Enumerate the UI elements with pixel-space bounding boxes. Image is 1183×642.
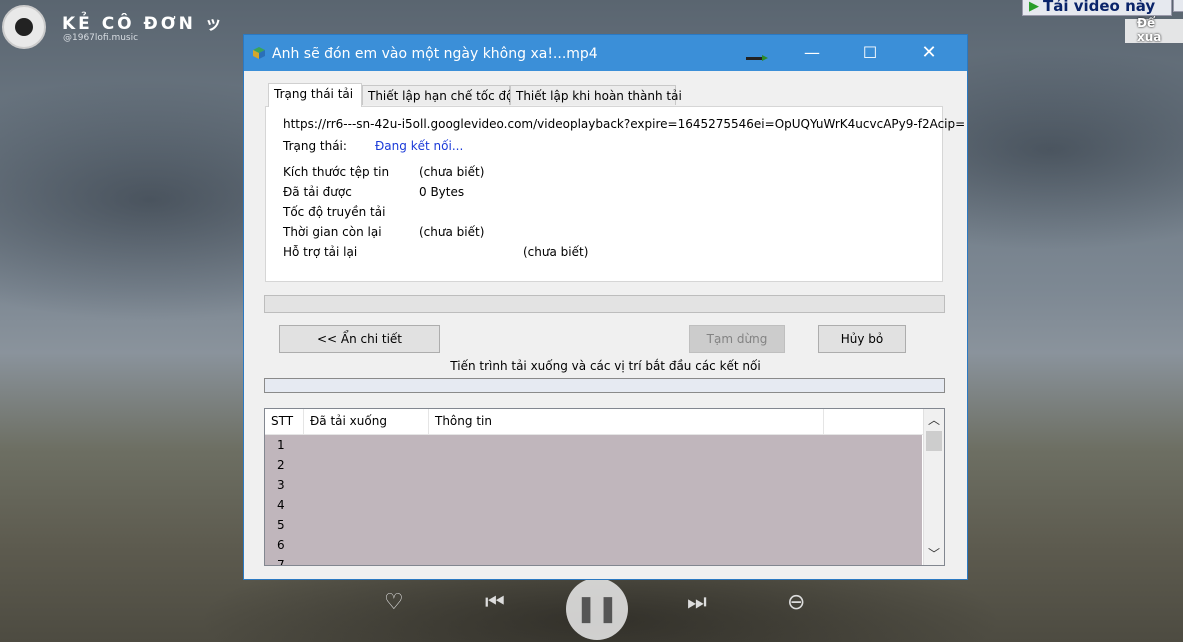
file-size-label: Kích thước tệp tin [283,165,390,179]
channel-handle: @1967lofi.music [63,33,139,43]
status-label: Trạng thái: [283,139,347,153]
download-dialog: Anh sẽ đón em vào một ngày không xa!...m… [243,34,968,580]
resume-support-label: Hỗ trợ tải lại [283,245,358,259]
play-icon: ▶ [1029,0,1039,14]
row-index: 1 [277,438,285,452]
connections-progress-bar [264,378,945,393]
minimize-button[interactable]: — [797,42,827,64]
status-panel: https://rr6---sn-42u-i5oll.googlevideo.c… [265,106,965,282]
downloaded-label: Đã tải được [283,185,352,199]
column-header-extra[interactable] [824,409,924,434]
row-index: 2 [277,458,285,472]
download-url: https://rr6---sn-42u-i5oll.googlevideo.c… [283,117,966,131]
tab-on-complete[interactable]: Thiết lập khi hoàn thành tải [510,85,682,105]
row-index: 7 [277,558,285,566]
row-index: 4 [277,498,285,512]
column-header-downloaded[interactable]: Đã tải xuống [304,409,429,434]
download-video-button[interactable]: ▶ Tải video này [1022,0,1172,16]
resume-support-value: (chưa biết) [523,245,589,259]
row-index: 5 [277,518,285,532]
file-size-value: (chưa biết) [419,165,485,179]
idm-download-icon [253,47,265,59]
table-row[interactable]: 4 [265,495,922,515]
table-scrollbar[interactable]: ︿ ﹀ [923,409,944,565]
pause-button[interactable]: Tạm dừng [689,325,785,353]
next-icon[interactable]: ⏭ [687,590,707,615]
tab-speed-limit[interactable]: Thiết lập hạn chế tốc độ [362,85,514,105]
time-left-value: (chưa biết) [419,225,485,239]
download-video-label: Tải video này [1043,0,1156,15]
table-row[interactable]: 2 [265,455,922,475]
table-body: 1 2 3 4 5 6 7 [265,435,922,566]
channel-name: KẺ CÔ ĐƠN ッ [62,14,225,34]
cancel-button[interactable]: Hủy bỏ [818,325,906,353]
table-header: STT Đã tải xuống Thông tin [265,409,924,435]
row-index: 6 [277,538,285,552]
minus-circle-icon[interactable]: ⊖ [787,590,805,615]
downloaded-value: 0 Bytes [419,185,465,199]
connections-progress-caption: Tiến trình tải xuống và các vị trí bắt đ… [450,359,761,373]
channel-avatar[interactable] [2,5,46,49]
table-row[interactable]: 6 [265,535,922,555]
maximize-button[interactable]: ☐ [855,42,885,64]
transfer-rate-label: Tốc độ truyền tải [283,205,386,219]
window-title: Anh sẽ đón em vào một ngày không xa!...m… [272,46,598,62]
table-row[interactable]: 7 [265,555,922,566]
column-header-info[interactable]: Thông tin [429,409,824,434]
taskbar-progress-icon [746,55,768,61]
connections-table: STT Đã tải xuống Thông tin 1 2 3 4 5 6 7… [264,408,945,566]
pause-icon[interactable]: ❚❚ [566,578,628,640]
table-row[interactable]: 1 [265,435,922,455]
row-index: 3 [277,478,285,492]
chevron-down-icon[interactable]: ﹀ [924,545,944,563]
help-icon[interactable] [1173,0,1183,12]
time-left-label: Thời gian còn lại [283,225,382,239]
hide-details-button[interactable]: << Ẩn chi tiết [279,325,440,353]
download-progress-bar [264,295,945,313]
heart-icon[interactable]: ♡ [384,590,404,615]
table-row[interactable]: 3 [265,475,922,495]
overlay-corner-text: Để xua [1137,16,1162,44]
title-bar[interactable]: Anh sẽ đón em vào một ngày không xa!...m… [244,35,967,71]
scrollbar-thumb[interactable] [926,431,942,451]
status-value: Đang kết nối... [375,139,464,153]
previous-icon[interactable]: ⏮ [485,590,505,615]
close-button[interactable]: ✕ [914,42,944,64]
chevron-up-icon[interactable]: ︿ [924,411,944,429]
tab-download-status[interactable]: Trạng thái tải [268,83,362,107]
column-header-index[interactable]: STT [265,409,304,434]
table-row[interactable]: 5 [265,515,922,535]
player-controls: ♡ ⏮ ❚❚ ⏭ ⊖ [370,578,830,640]
